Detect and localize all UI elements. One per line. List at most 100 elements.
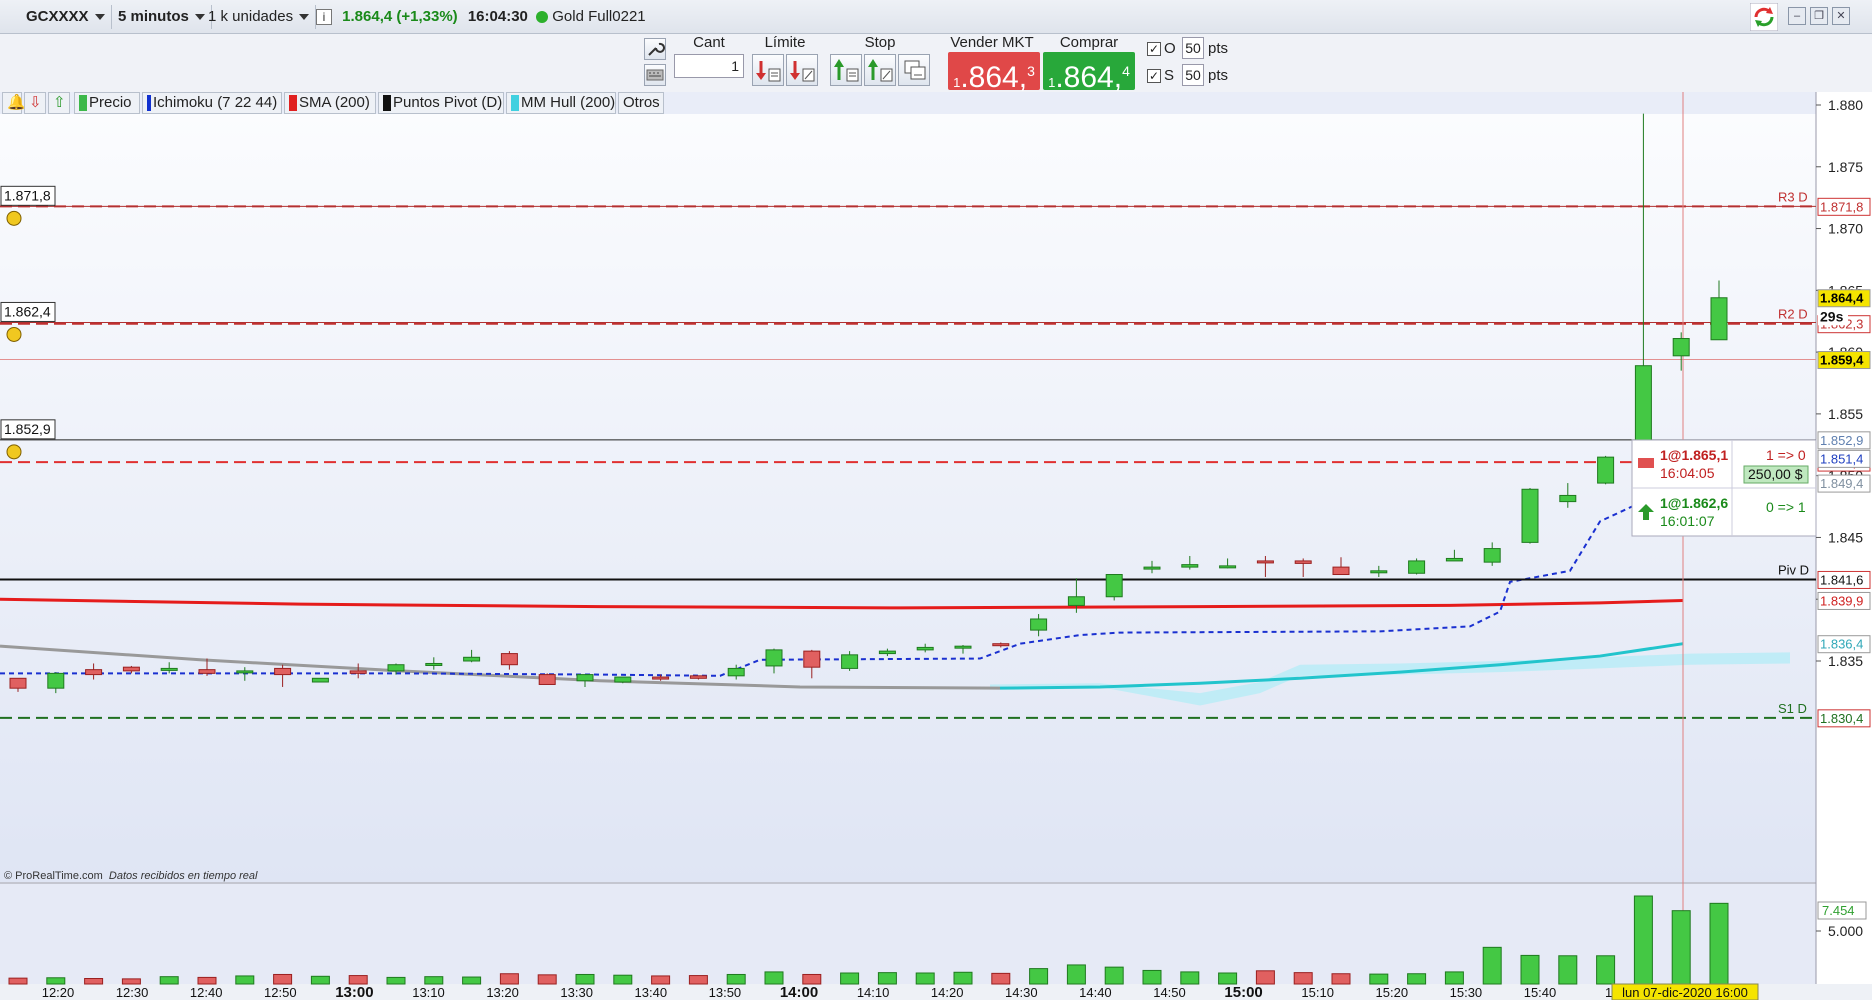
ichimoku-swatch xyxy=(147,95,151,112)
candle-body xyxy=(1672,338,1690,357)
restore-icon[interactable]: ❐ xyxy=(1810,7,1828,25)
qty-input[interactable]: 1 xyxy=(674,54,744,78)
o-pts-input[interactable]: 50 xyxy=(1182,37,1204,59)
x-tick-label: 13:20 xyxy=(486,985,519,1000)
volume-bar xyxy=(1331,973,1351,985)
alert-price-label: 1.862,4 xyxy=(4,303,51,319)
s-checkbox[interactable]: ✓ xyxy=(1147,69,1161,83)
sell-arrow-icon[interactable]: ⇩ xyxy=(24,92,46,114)
s-pts-input[interactable]: 50 xyxy=(1182,64,1204,86)
indicator-pivot[interactable]: Puntos Pivot (D) xyxy=(378,92,504,114)
limit-sell-icon[interactable] xyxy=(786,54,818,86)
copyright-text: © ProRealTime.com Datos recibidos en tie… xyxy=(4,870,257,882)
candle-body xyxy=(1483,548,1501,563)
x-tick-label: 13:30 xyxy=(560,985,593,1000)
close-icon[interactable]: ✕ xyxy=(1832,7,1850,25)
y-tick-label: 1.855 xyxy=(1828,406,1863,422)
stop-limit-icon[interactable] xyxy=(898,54,930,86)
x-tick-label: 13:00 xyxy=(335,984,373,1000)
price-chart[interactable]: 1.8351.8401.8451.8501.8551.8601.8651.870… xyxy=(0,92,1872,1000)
pivot-price-label: 1.841,6 xyxy=(1820,572,1863,587)
info-icon[interactable]: i xyxy=(316,9,332,26)
bell-icon[interactable]: 🔔 xyxy=(2,92,26,114)
stop-label: Stop xyxy=(864,34,896,51)
wrench-icon[interactable] xyxy=(644,38,666,60)
sell-mkt-button[interactable]: 1.864,3 xyxy=(948,52,1040,94)
stop-sell-icon[interactable] xyxy=(864,54,896,86)
volume-bar xyxy=(386,976,406,985)
units-selector[interactable]: 1 k unidades xyxy=(202,5,317,29)
indicator-sma[interactable]: SMA (200) xyxy=(284,92,376,114)
price-tag-label: 1.864,4 xyxy=(1820,291,1864,306)
keyboard-icon[interactable] xyxy=(644,64,666,86)
candle-body xyxy=(47,672,65,689)
volume-bar xyxy=(575,973,595,985)
limit-buy-icon[interactable] xyxy=(752,54,784,86)
candle-body xyxy=(576,674,594,682)
price-tag-label: 1.836,4 xyxy=(1820,637,1863,652)
indicator-ichimoku[interactable]: Ichimoku (7 22 44) xyxy=(142,92,282,114)
candle-body xyxy=(765,649,783,667)
volume-bar xyxy=(1066,964,1086,985)
trade-time: 16:01:07 xyxy=(1660,513,1715,529)
price-pane-gradient xyxy=(0,114,1816,882)
price-change: 1.864,4 (+1,33%) xyxy=(342,8,458,25)
indicator-price[interactable]: Precio xyxy=(74,92,140,114)
price-tag-label: 1.849,4 xyxy=(1820,476,1863,491)
y-tick-label: 1.845 xyxy=(1828,529,1863,545)
candle-body xyxy=(1256,560,1274,564)
indicator-hull[interactable]: MM Hull (200) xyxy=(506,92,616,114)
volume-bar xyxy=(8,977,28,985)
volume-bar xyxy=(991,972,1011,985)
units-label: 1 k unidades xyxy=(208,8,294,25)
timeframe-selector[interactable]: 5 minutos xyxy=(112,5,212,29)
volume-bar xyxy=(764,971,784,985)
o-pts-label: pts xyxy=(1208,40,1229,57)
realtime-note: Datos recibidos en tiempo real xyxy=(108,870,258,882)
candle-body xyxy=(652,676,670,680)
o-label: O xyxy=(1164,40,1176,57)
volume-bar xyxy=(84,978,104,985)
candle-body xyxy=(387,664,405,672)
x-tick-label: 15:00 xyxy=(1224,984,1262,1000)
price-swatch xyxy=(79,95,87,112)
x-tick-label: 14:20 xyxy=(931,985,964,1000)
x-tick-label: 12:30 xyxy=(116,985,149,1000)
candle-body xyxy=(425,662,443,666)
candle-body xyxy=(1181,564,1199,568)
buy-price-decimal: 4 xyxy=(1122,63,1130,79)
o-checkbox[interactable]: ✓ xyxy=(1147,42,1161,56)
candle-body xyxy=(9,677,27,689)
volume-bar xyxy=(1407,973,1427,985)
symbol-selector[interactable]: GCXXXX xyxy=(20,5,112,29)
volume-bar xyxy=(651,975,671,985)
candle-body xyxy=(274,667,292,676)
candle-body xyxy=(1143,566,1161,570)
buy-mkt-button[interactable]: 1.864,4 xyxy=(1043,52,1135,94)
s-pts-label: pts xyxy=(1208,67,1229,84)
buy-arrow-icon[interactable]: ⇧ xyxy=(48,92,70,114)
volume-bar xyxy=(462,976,482,985)
trade-price: 1@1.865,1 xyxy=(1660,447,1728,463)
volume-bar xyxy=(726,973,746,985)
sell-price-main: .864, xyxy=(960,61,1028,94)
x-tick-label: 12:20 xyxy=(42,985,75,1000)
x-tick-label: 15:20 xyxy=(1376,985,1409,1000)
x-tick-label: 14:50 xyxy=(1153,985,1186,1000)
cursor-time-label: lun 07-dic-2020 16:00 xyxy=(1622,985,1748,1000)
sell-trade-icon xyxy=(1638,458,1654,468)
indicator-others[interactable]: Otros xyxy=(618,92,664,114)
volume-bar xyxy=(1444,971,1464,985)
stop-buy-icon[interactable] xyxy=(830,54,862,86)
volume-bar xyxy=(1482,946,1502,985)
volume-bar xyxy=(688,975,708,985)
volume-bar xyxy=(1671,910,1691,985)
sma-swatch xyxy=(289,95,297,112)
candle-body xyxy=(500,653,518,666)
refresh-icon[interactable] xyxy=(1750,3,1778,31)
price-tag-label: 1.852,9 xyxy=(1820,433,1863,448)
minimize-icon[interactable]: – xyxy=(1788,7,1806,25)
x-tick-label: 13:40 xyxy=(635,985,668,1000)
candle-body xyxy=(349,670,367,674)
limit-label: Límite xyxy=(764,34,806,51)
